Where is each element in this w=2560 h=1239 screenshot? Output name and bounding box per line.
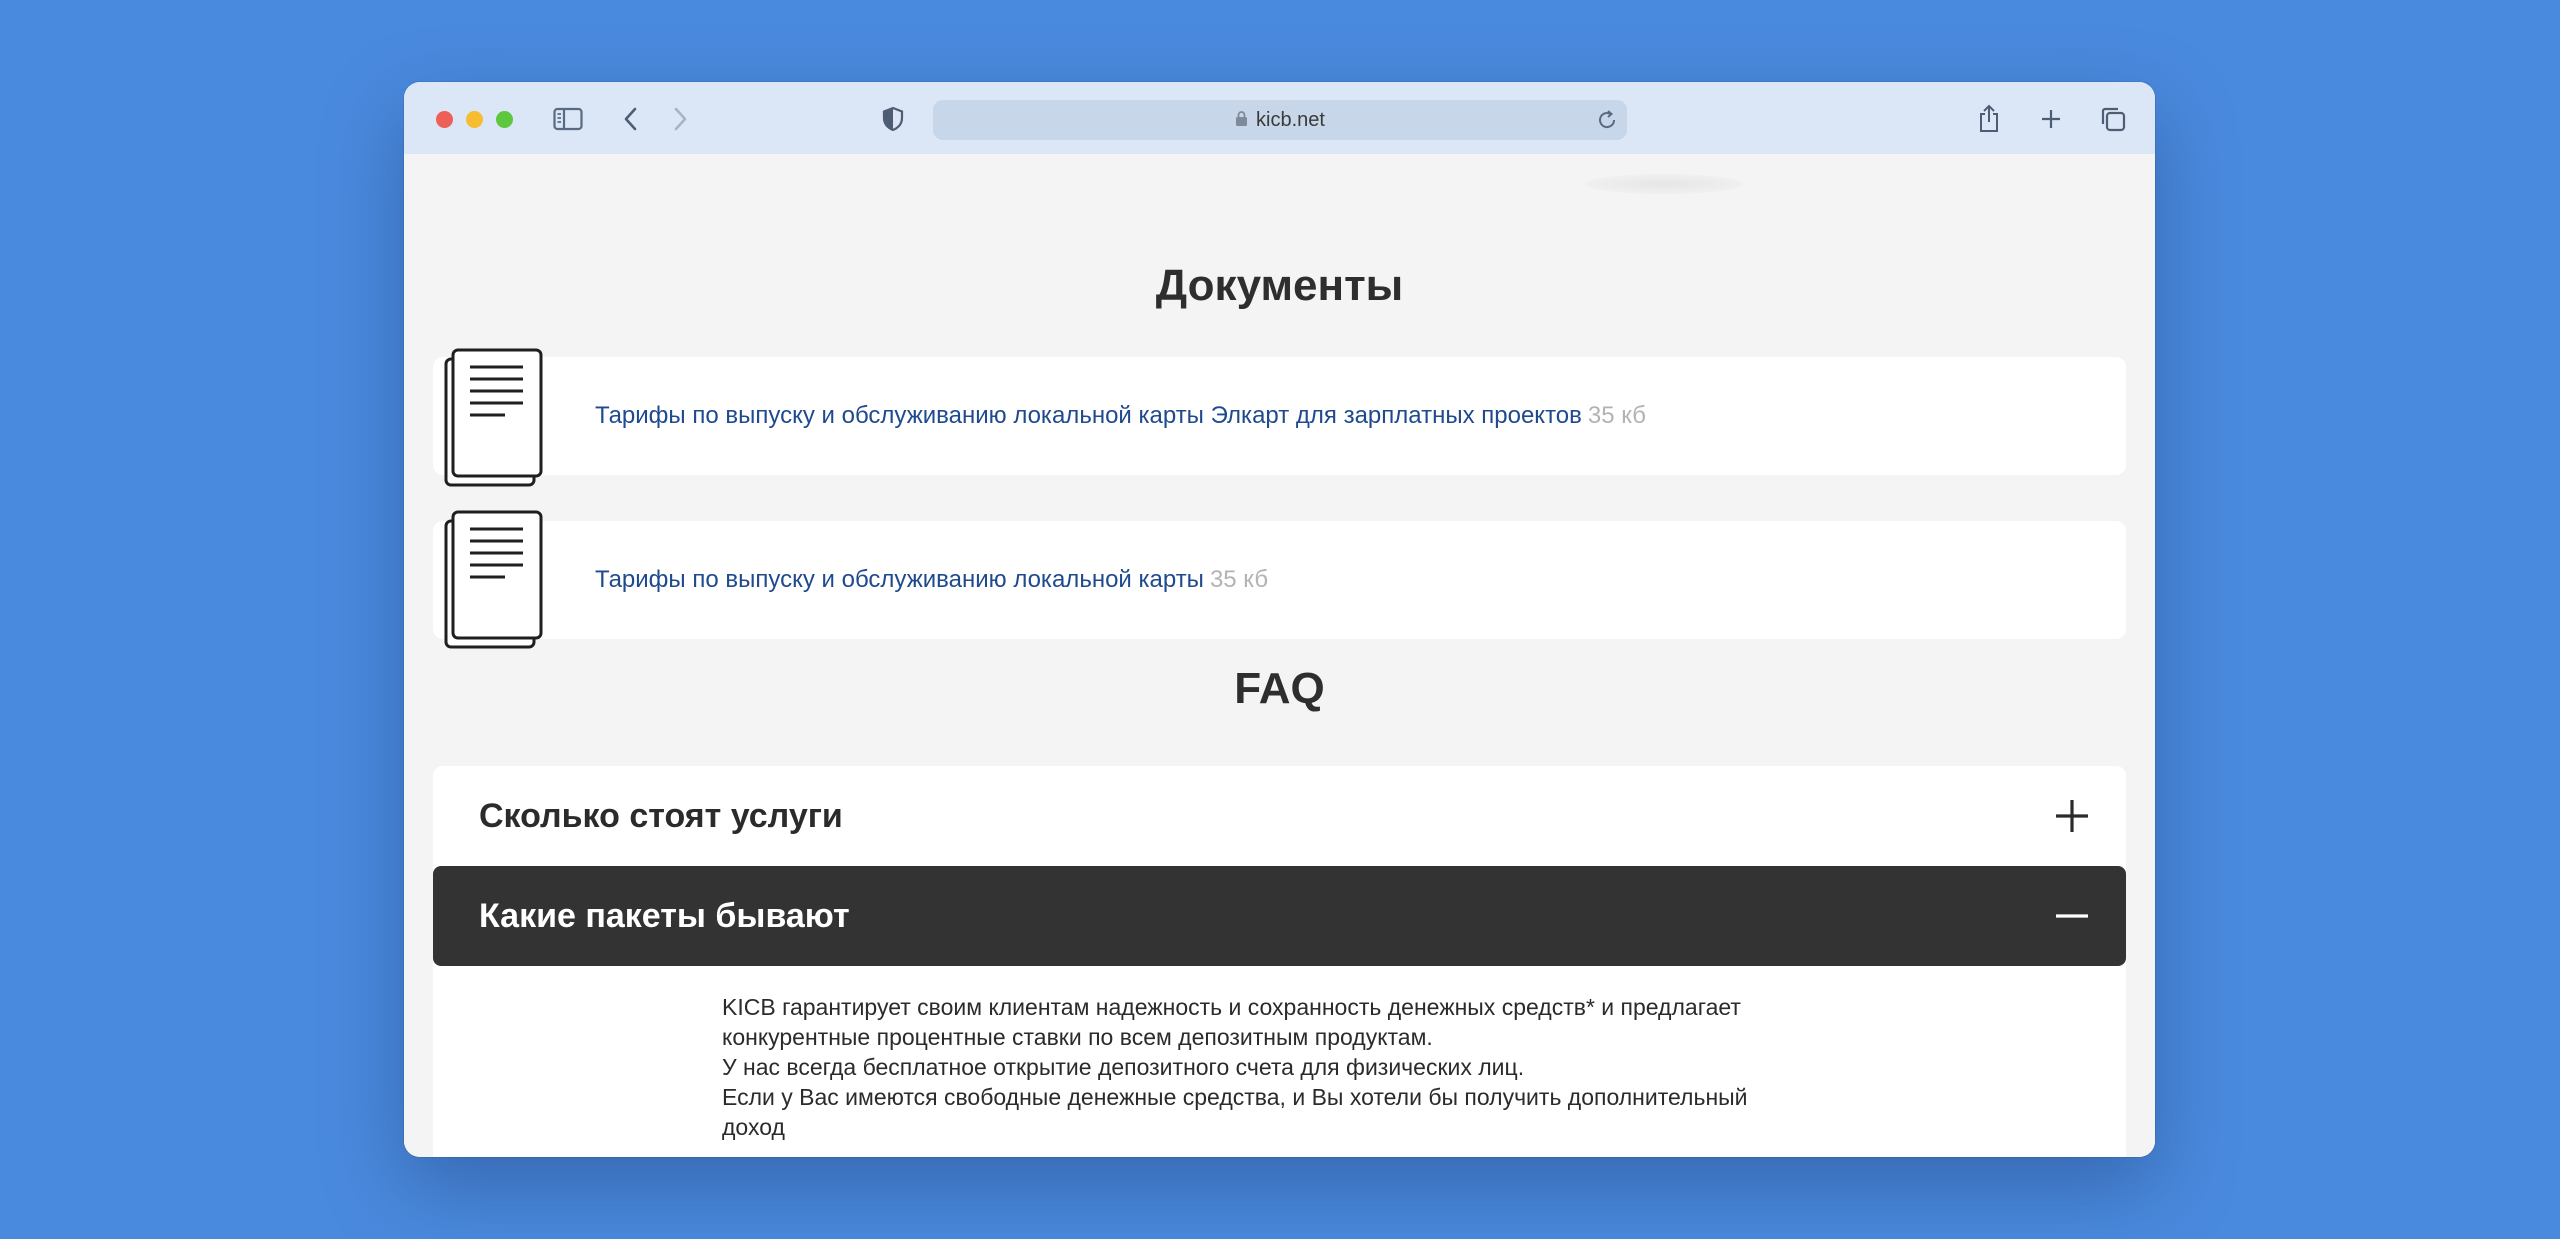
faq-question-text[interactable]: Сколько стоят услуги	[479, 797, 843, 836]
lock-icon	[1235, 110, 1248, 132]
plus-icon[interactable]	[2034, 102, 2068, 136]
url-text: kicb.net	[1256, 108, 1325, 131]
document-icon	[443, 347, 543, 494]
browser-window: kicb.net Документы Тарифы по выпуску и о…	[404, 82, 2155, 1157]
chevron-right-icon[interactable]	[663, 102, 697, 136]
shield-icon[interactable]	[876, 102, 910, 136]
page-content: Документы Тарифы по выпуску и обслуживан…	[404, 154, 2155, 1157]
faq-answer-line: доход	[722, 1114, 785, 1140]
document-icon	[443, 509, 543, 656]
minimize-window-button[interactable]	[466, 111, 483, 128]
faq-question-text[interactable]: Какие пакеты бывают	[479, 897, 850, 936]
faq-answer-line: Если у Вас имеются свободные денежные ср…	[722, 1084, 1748, 1110]
faq-question-2[interactable]: Какие пакеты бывают	[433, 866, 2126, 966]
address-bar[interactable]: kicb.net	[933, 100, 1627, 140]
document-item[interactable]: Тарифы по выпуску и обслуживанию локальн…	[433, 510, 2126, 649]
faq-accordion: Сколько стоят услуги Какие пакеты бывают…	[433, 766, 2126, 1157]
documents-title: Документы	[1155, 261, 1404, 310]
document-link[interactable]: Тарифы по выпуску и обслуживанию локальн…	[595, 357, 1646, 475]
decorative-shadow	[1584, 174, 1744, 194]
sidebar-icon[interactable]	[551, 102, 585, 136]
chevron-left-icon[interactable]	[614, 102, 648, 136]
minus-icon[interactable]	[2054, 866, 2090, 966]
zoom-window-button[interactable]	[496, 111, 513, 128]
plus-icon[interactable]	[2054, 766, 2090, 866]
browser-toolbar: kicb.net	[404, 82, 2155, 155]
faq-answer: KICB гарантирует своим клиентам надежнос…	[722, 992, 1842, 1142]
faq-title: FAQ	[1234, 664, 1325, 713]
document-label[interactable]: Тарифы по выпуску и обслуживанию локальн…	[595, 566, 1204, 594]
faq-question-1[interactable]: Сколько стоят услуги	[433, 766, 2126, 866]
document-item[interactable]: Тарифы по выпуску и обслуживанию локальн…	[433, 348, 2126, 487]
reload-icon[interactable]	[1595, 108, 1619, 137]
document-size: 35 кб	[1209, 566, 1269, 593]
close-window-button[interactable]	[436, 111, 453, 128]
faq-answer-line: конкурентные процентные ставки по всем д…	[722, 1024, 1433, 1050]
document-size: 35 кб	[1587, 402, 1647, 429]
share-icon[interactable]	[1972, 102, 2006, 136]
document-link[interactable]: Тарифы по выпуску и обслуживанию локальн…	[595, 521, 1268, 639]
tabs-icon[interactable]	[2096, 102, 2130, 136]
document-label[interactable]: Тарифы по выпуску и обслуживанию локальн…	[595, 402, 1582, 430]
faq-answer-line: У нас всегда бесплатное открытие депозит…	[722, 1054, 1525, 1080]
faq-answer-line: KICB гарантирует своим клиентам надежнос…	[722, 994, 1741, 1020]
